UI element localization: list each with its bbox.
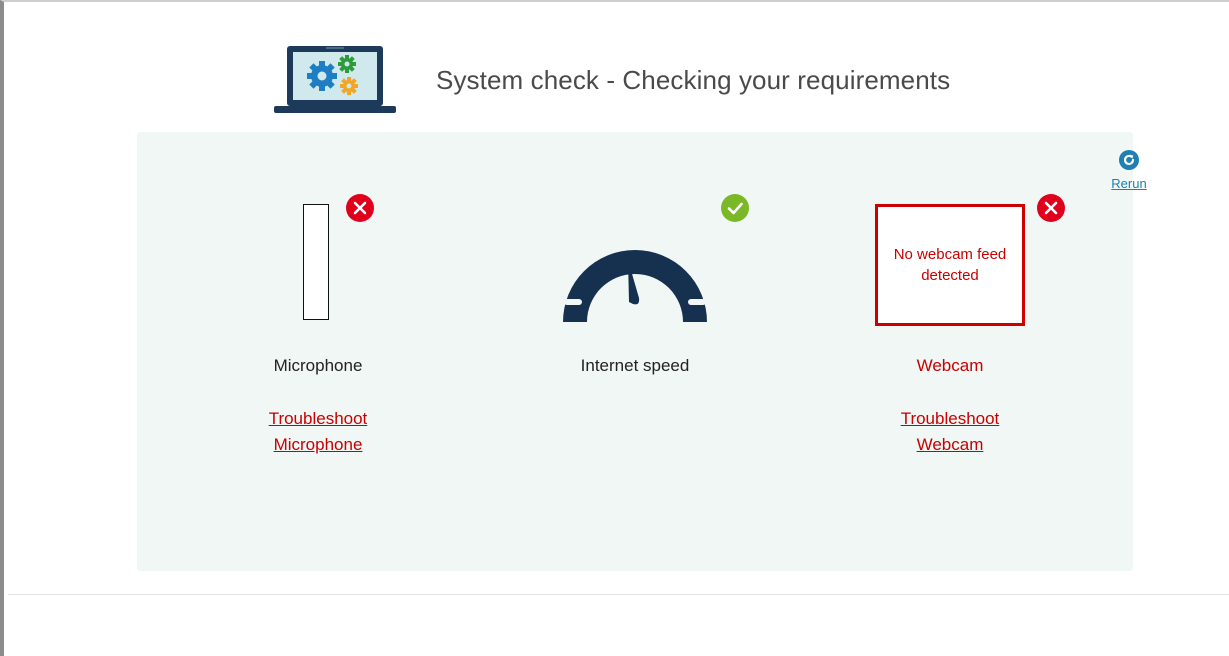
webcam-preview: No webcam feed detected: [875, 204, 1025, 326]
page-frame: System check - Checking your requirement…: [0, 0, 1229, 656]
page-header: System check - Checking your requirement…: [274, 40, 950, 120]
footer-divider: [8, 594, 1229, 595]
internet-speed-check: Internet speed: [515, 346, 755, 376]
troubleshoot-webcam-link[interactable]: Troubleshoot Webcam: [875, 406, 1025, 458]
microphone-level-meter: [303, 204, 329, 320]
rerun-button[interactable]: Rerun: [1099, 150, 1159, 191]
system-check-panel: Rerun Microphone Troubleshoot Microphone: [137, 132, 1147, 571]
internet-speed-pass-icon: [721, 194, 749, 222]
webcam-fail-icon: [1037, 194, 1065, 222]
refresh-icon: [1119, 150, 1139, 170]
webcam-check: Webcam Troubleshoot Webcam: [830, 346, 1070, 458]
microphone-check: Microphone Troubleshoot Microphone: [198, 346, 438, 458]
webcam-no-feed-message: No webcam feed detected: [893, 246, 1007, 284]
troubleshoot-microphone-line1: Troubleshoot: [268, 409, 368, 428]
speedometer-icon: [563, 225, 707, 322]
internet-speed-label: Internet speed: [580, 356, 690, 375]
microphone-label: Microphone: [273, 356, 363, 375]
webcam-label: Webcam: [916, 356, 984, 375]
page-title: System check - Checking your requirement…: [436, 64, 951, 95]
rerun-link[interactable]: Rerun: [1099, 176, 1159, 191]
troubleshoot-webcam-line1: Troubleshoot: [900, 409, 1000, 428]
laptop-gears-icon: [274, 46, 396, 113]
microphone-fail-icon: [346, 194, 374, 222]
troubleshoot-microphone-line2: Microphone: [273, 435, 363, 454]
troubleshoot-microphone-link[interactable]: Troubleshoot Microphone: [243, 406, 393, 458]
troubleshoot-webcam-line2: Webcam: [916, 435, 984, 454]
